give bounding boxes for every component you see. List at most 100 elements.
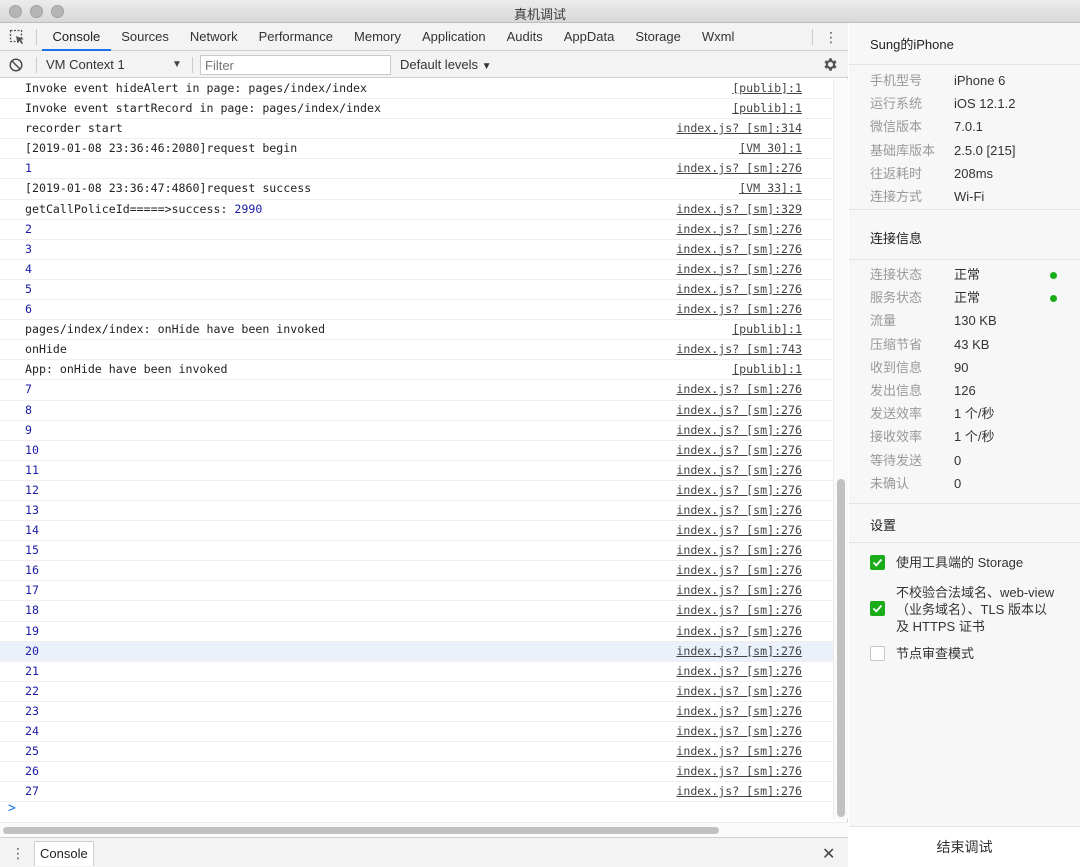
log-source-link[interactable]: index.js? [sm]:276 (676, 762, 802, 781)
divider (812, 29, 813, 45)
log-source-link[interactable]: index.js? [sm]:276 (676, 662, 802, 681)
dropdown-arrow-icon: ▼ (481, 61, 492, 72)
log-source-link[interactable]: [publib]:1 (732, 320, 802, 339)
info-key: 微信版本 (870, 119, 923, 135)
log-source-link[interactable]: index.js? [sm]:314 (676, 119, 802, 138)
divider (849, 503, 1080, 504)
console-filterbar: VM Context 1 ▼ Default levels ▼ (0, 51, 848, 78)
log-message-text: 8 (25, 402, 32, 417)
log-source-link[interactable]: [publib]:1 (732, 99, 802, 118)
info-row: 发送效率 1 个/秒 (870, 404, 1070, 424)
info-key: 未确认 (870, 475, 910, 491)
log-source-link[interactable]: index.js? [sm]:276 (676, 722, 802, 741)
tab-wxml[interactable]: Wxml (691, 23, 745, 51)
vertical-scrollbar[interactable] (833, 79, 848, 819)
divider (36, 57, 37, 73)
log-source-link[interactable]: index.js? [sm]:276 (676, 601, 802, 620)
log-source-link[interactable]: index.js? [sm]:276 (676, 702, 802, 721)
log-source-link[interactable]: [VM 30]:1 (739, 139, 802, 158)
log-message-text: 18 (25, 603, 39, 618)
context-selector[interactable]: VM Context 1 ▼ (46, 51, 186, 78)
scrollbar-thumb[interactable] (3, 827, 719, 834)
log-source-link[interactable]: index.js? [sm]:276 (676, 159, 802, 178)
log-row: 17 index.js? [sm]:276 (0, 581, 833, 602)
log-source-link[interactable]: index.js? [sm]:276 (676, 220, 802, 239)
log-source-link[interactable]: index.js? [sm]:276 (676, 240, 802, 259)
tab-application[interactable]: Application (411, 23, 496, 51)
info-key: 基础库版本 (870, 142, 936, 158)
console-prompt[interactable]: > (8, 801, 16, 816)
log-message-text: Invoke event startRecord in page: pages/… (25, 101, 381, 116)
log-source-link[interactable]: index.js? [sm]:276 (676, 782, 802, 801)
close-icon[interactable]: ✕ (822, 844, 835, 864)
log-message-text: 14 (25, 523, 39, 538)
log-source-link[interactable]: index.js? [sm]:276 (676, 501, 802, 520)
info-value: 126 (954, 383, 976, 398)
clear-console-icon[interactable] (9, 58, 23, 72)
log-source-link[interactable]: index.js? [sm]:276 (676, 622, 802, 641)
drawer-tab-console[interactable]: Console (34, 841, 94, 866)
tab-memory[interactable]: Memory (344, 23, 412, 51)
log-source-link[interactable]: [VM 33]:1 (739, 179, 802, 198)
console-log[interactable]: Invoke event hideAlert in page: pages/in… (0, 79, 833, 819)
tab-console[interactable]: Console (42, 23, 111, 51)
inspect-element-icon[interactable] (9, 29, 25, 45)
tab-appdata[interactable]: AppData (553, 23, 625, 51)
log-message: 25 (25, 742, 39, 761)
log-row: recorder start index.js? [sm]:314 (0, 119, 833, 140)
tab-network[interactable]: Network (179, 23, 248, 51)
log-source-link[interactable]: index.js? [sm]:276 (676, 541, 802, 560)
log-source-link[interactable]: index.js? [sm]:276 (676, 481, 802, 500)
log-row: 9 index.js? [sm]:276 (0, 421, 833, 441)
checkbox-checked-icon[interactable] (870, 601, 885, 616)
log-source-link[interactable]: index.js? [sm]:276 (676, 380, 802, 399)
tab-audits[interactable]: Audits (496, 23, 553, 51)
log-source-link[interactable]: index.js? [sm]:276 (676, 581, 802, 600)
scrollbar-thumb[interactable] (837, 479, 845, 817)
log-source-link[interactable]: index.js? [sm]:276 (676, 441, 802, 460)
horizontal-scrollbar[interactable] (0, 822, 848, 837)
log-row: 1 index.js? [sm]:276 (0, 159, 833, 180)
log-source-link[interactable]: index.js? [sm]:329 (676, 200, 802, 219)
log-source-link[interactable]: index.js? [sm]:276 (676, 561, 802, 580)
log-source-link[interactable]: index.js? [sm]:276 (676, 461, 802, 480)
log-row: Invoke event startRecord in page: pages/… (0, 99, 833, 120)
tab-sources[interactable]: Sources (111, 23, 180, 51)
log-source-link[interactable]: index.js? [sm]:276 (676, 521, 802, 540)
divider (849, 259, 1080, 260)
log-source-link[interactable]: [publib]:1 (732, 360, 802, 379)
log-source-link[interactable]: index.js? [sm]:276 (676, 421, 802, 440)
checkbox-unchecked-icon[interactable] (870, 646, 885, 661)
connection-title: 连接信息 (870, 231, 923, 246)
log-message-text: 6 (25, 302, 32, 317)
log-source-link[interactable]: index.js? [sm]:276 (676, 642, 802, 661)
log-message: 26 (25, 762, 39, 781)
log-source-link[interactable]: index.js? [sm]:276 (676, 742, 802, 761)
log-row: 2 index.js? [sm]:276 (0, 220, 833, 240)
log-source-link[interactable]: index.js? [sm]:276 (676, 260, 802, 279)
log-source-link[interactable]: [publib]:1 (732, 79, 802, 98)
filter-input[interactable] (200, 55, 391, 75)
drawer-menu-icon[interactable]: ⋮ (11, 845, 25, 862)
log-message: 5 (25, 280, 32, 299)
log-source-link[interactable]: index.js? [sm]:276 (676, 300, 802, 319)
log-source-link[interactable]: index.js? [sm]:276 (676, 280, 802, 299)
log-source-link[interactable]: index.js? [sm]:276 (676, 682, 802, 701)
log-message: 4 (25, 260, 32, 279)
log-source-link[interactable]: index.js? [sm]:743 (676, 340, 802, 359)
tab-performance[interactable]: Performance (248, 23, 343, 51)
log-row: 7 index.js? [sm]:276 (0, 380, 833, 401)
setting-label: 使用工具端的 Storage (896, 555, 1024, 570)
tab-storage[interactable]: Storage (625, 23, 692, 51)
divider (849, 209, 1080, 210)
more-menu-icon[interactable]: ⋮ (822, 29, 840, 45)
bottom-drawer: ⋮ Console ✕ (0, 837, 848, 867)
end-debug-button[interactable]: 结束调试 (849, 826, 1080, 867)
log-levels-dropdown[interactable]: Default levels ▼ (400, 51, 492, 78)
log-row: pages/index/index: onHide have been invo… (0, 320, 833, 341)
info-key: 服务状态 (870, 290, 923, 306)
checkbox-checked-icon[interactable] (870, 555, 885, 570)
log-source-link[interactable]: index.js? [sm]:276 (676, 401, 802, 420)
gear-icon[interactable] (822, 56, 839, 73)
info-row: 运行系统 iOS 12.1.2 (870, 94, 1070, 114)
